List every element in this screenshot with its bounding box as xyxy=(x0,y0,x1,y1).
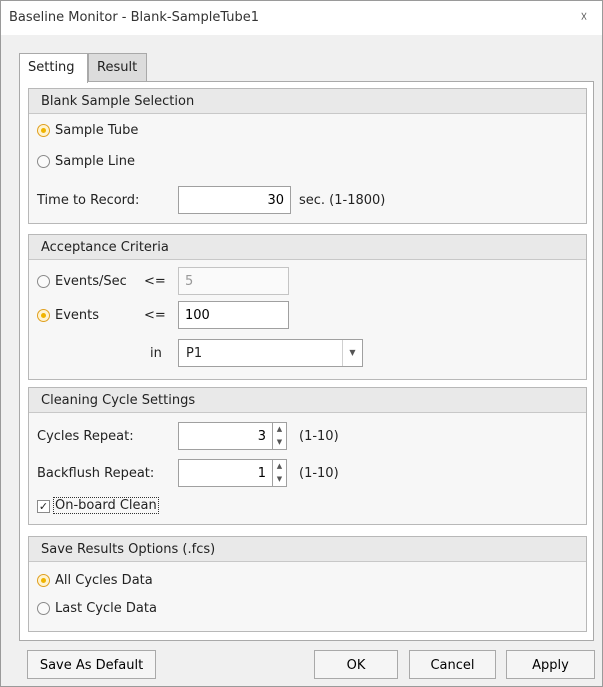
radio-label: Last Cycle Data xyxy=(55,601,157,616)
chevron-down-icon: ▼ xyxy=(342,340,362,366)
setting-panel: Blank Sample Selection Sample Tube Sampl… xyxy=(19,81,594,641)
backflush-repeat-input[interactable] xyxy=(178,459,273,487)
events-per-sec-input[interactable] xyxy=(178,267,289,295)
time-range-label: sec. (1-1800) xyxy=(299,193,386,208)
radio-last-cycle[interactable]: Last Cycle Data xyxy=(37,601,157,616)
cleaning-cycle-group: Cleaning Cycle Settings Cycles Repeat: ▲… xyxy=(28,387,587,525)
radio-events-per-sec[interactable]: Events/Sec xyxy=(37,274,127,289)
ok-button[interactable]: OK xyxy=(314,650,398,679)
group-heading: Blank Sample Selection xyxy=(29,89,586,114)
backflush-repeat-stepper[interactable]: ▲ ▼ xyxy=(273,459,287,487)
baseline-monitor-dialog: Baseline Monitor - Blank-SampleTube1 ☓ S… xyxy=(0,0,603,687)
spin-up-icon[interactable]: ▲ xyxy=(273,460,286,473)
window-title: Baseline Monitor - Blank-SampleTube1 xyxy=(9,10,260,25)
radio-events[interactable]: Events xyxy=(37,308,99,323)
time-to-record-label: Time to Record: xyxy=(37,193,140,208)
radio-unchecked-icon xyxy=(37,155,50,168)
cycles-range-label: (1-10) xyxy=(299,429,339,444)
acceptance-criteria-group: Acceptance Criteria Events/Sec <= Events… xyxy=(28,234,587,380)
tab-result[interactable]: Result xyxy=(88,53,147,82)
title-bar: Baseline Monitor - Blank-SampleTube1 ☓ xyxy=(1,1,602,35)
events-operator: <= xyxy=(144,308,166,323)
group-heading: Cleaning Cycle Settings xyxy=(29,388,586,413)
cancel-button[interactable]: Cancel xyxy=(409,650,496,679)
events-sec-operator: <= xyxy=(144,274,166,289)
spin-down-icon[interactable]: ▼ xyxy=(273,473,286,486)
radio-label: Events/Sec xyxy=(55,274,127,289)
radio-sample-line[interactable]: Sample Line xyxy=(37,154,135,169)
onboard-clean-label: On-board Clean xyxy=(53,497,159,514)
radio-checked-icon xyxy=(37,124,50,137)
radio-label: All Cycles Data xyxy=(55,573,153,588)
events-input[interactable] xyxy=(178,301,289,329)
apply-button[interactable]: Apply xyxy=(506,650,595,679)
radio-checked-icon xyxy=(37,309,50,322)
save-as-default-button[interactable]: Save As Default xyxy=(27,650,156,679)
tab-setting[interactable]: Setting xyxy=(19,53,88,83)
radio-label: Sample Line xyxy=(55,154,135,169)
backflush-repeat-label: Backflush Repeat: xyxy=(37,466,155,481)
radio-label: Events xyxy=(55,308,100,323)
in-label: in xyxy=(150,346,162,361)
cycles-repeat-input[interactable] xyxy=(178,422,273,450)
radio-label: Sample Tube xyxy=(55,123,139,138)
group-heading: Acceptance Criteria xyxy=(29,235,586,260)
spin-down-icon[interactable]: ▼ xyxy=(273,436,286,449)
radio-sample-tube[interactable]: Sample Tube xyxy=(37,123,138,138)
spin-up-icon[interactable]: ▲ xyxy=(273,423,286,436)
radio-checked-icon xyxy=(37,574,50,587)
blank-sample-group: Blank Sample Selection Sample Tube Sampl… xyxy=(28,88,587,224)
cycles-repeat-stepper[interactable]: ▲ ▼ xyxy=(273,422,287,450)
group-heading: Save Results Options (.fcs) xyxy=(29,537,586,562)
radio-all-cycles[interactable]: All Cycles Data xyxy=(37,573,153,588)
radio-unchecked-icon xyxy=(37,275,50,288)
close-icon[interactable]: ☓ xyxy=(576,10,592,26)
gate-select[interactable]: P1 ▼ xyxy=(178,339,363,367)
backflush-range-label: (1-10) xyxy=(299,466,339,481)
cycles-repeat-label: Cycles Repeat: xyxy=(37,429,134,444)
gate-value: P1 xyxy=(186,346,203,361)
radio-unchecked-icon xyxy=(37,602,50,615)
time-to-record-input[interactable] xyxy=(178,186,291,214)
save-results-group: Save Results Options (.fcs) All Cycles D… xyxy=(28,536,587,632)
onboard-clean-checkbox[interactable]: ✓ xyxy=(37,500,50,513)
